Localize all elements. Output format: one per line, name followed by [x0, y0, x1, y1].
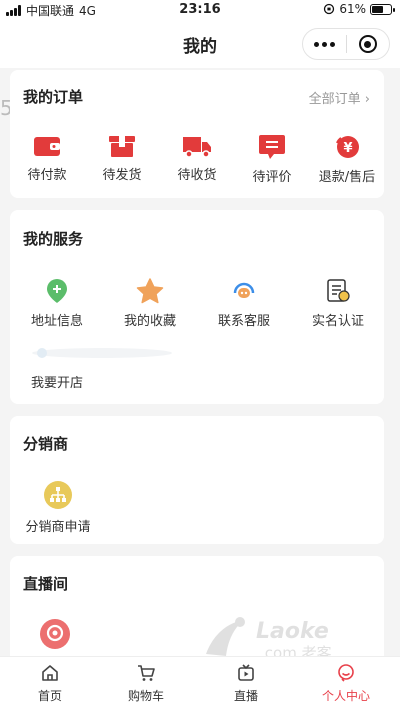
- service-item-label: 地址信息: [30, 314, 83, 329]
- tab-profile[interactable]: 个人中心: [296, 663, 396, 704]
- distributor-apply-label: 分销商申请: [25, 520, 91, 535]
- live-room-icon: [40, 619, 70, 649]
- orders-title: 我的订单: [23, 88, 84, 106]
- service-item-support[interactable]: 联系客服: [208, 278, 280, 329]
- truck-icon: [183, 137, 211, 158]
- tab-label: 首页: [37, 689, 62, 703]
- tab-label: 购物车: [127, 689, 164, 703]
- customer-service-icon: [233, 282, 255, 298]
- distributor-apply-item[interactable]: 分销商申请: [18, 480, 98, 535]
- star-icon: [136, 278, 164, 304]
- svg-text:¥: ¥: [343, 141, 352, 156]
- comment-icon: [259, 135, 285, 159]
- order-item-to-review[interactable]: 待评价: [242, 134, 302, 185]
- status-right: 61%: [323, 2, 395, 16]
- certificate-icon: [327, 279, 350, 302]
- order-item-pending-payment[interactable]: 待付款: [17, 134, 77, 183]
- service-item-label: 我要开店: [30, 376, 83, 391]
- order-item-label: 待付款: [27, 168, 67, 183]
- order-item-label: 待发货: [102, 168, 142, 183]
- package-icon: [109, 136, 135, 157]
- home-icon: [42, 665, 58, 681]
- live-room-item[interactable]: [34, 618, 76, 656]
- wallet-icon: [34, 137, 60, 156]
- cart-icon: [138, 665, 155, 681]
- chevron-right-icon: ›: [364, 92, 370, 107]
- navigation-bar: 我的: [0, 20, 400, 68]
- service-item-label: 联系客服: [217, 314, 270, 329]
- services-card: 我的服务 地址信息 我的收藏 联系客服 实名认证 我要开店: [10, 210, 384, 404]
- order-item-label: 待评价: [252, 170, 292, 185]
- service-item-address[interactable]: 地址信息: [22, 278, 92, 329]
- service-item-favorites[interactable]: 我的收藏: [114, 278, 186, 329]
- live-room-title: 直播间: [23, 575, 69, 593]
- profile-icon: [338, 664, 354, 682]
- org-chart-icon: [44, 481, 72, 509]
- battery-icon: [370, 3, 395, 15]
- order-item-to-receive[interactable]: 待收货: [167, 134, 227, 183]
- battery-percent: 61%: [339, 2, 366, 16]
- tab-live[interactable]: 直播: [196, 663, 296, 704]
- tab-cart[interactable]: 购物车: [96, 663, 196, 704]
- close-target-icon[interactable]: [346, 35, 389, 53]
- refund-icon: ¥: [336, 136, 359, 158]
- all-orders-label: 全部订单: [308, 92, 361, 107]
- tab-label: 直播: [233, 689, 258, 703]
- location-pin-icon: [47, 279, 67, 303]
- all-orders-link[interactable]: 全部订单 ›: [309, 88, 370, 107]
- order-item-label: 待收货: [177, 168, 217, 183]
- service-item-verification[interactable]: 实名认证: [302, 278, 374, 329]
- order-item-label: 退款/售后: [318, 170, 376, 185]
- order-item-refund[interactable]: ¥ 退款/售后: [312, 134, 382, 185]
- service-item-open-shop[interactable]: 我要开店: [22, 340, 172, 391]
- status-bar: 中国联通 4G 23:16 61%: [0, 0, 400, 20]
- tab-home[interactable]: 首页: [0, 663, 100, 704]
- bottom-tab-bar: 首页 购物车 直播 个人中心: [0, 656, 400, 714]
- orders-card: 我的订单 全部订单 › 待付款 待发货 待收货 待评价 ¥ 退款/售后: [10, 70, 384, 198]
- distributor-card: 分销商 分销商申请: [10, 416, 384, 544]
- live-play-icon: [238, 664, 254, 681]
- distributor-title: 分销商: [23, 435, 69, 453]
- more-icon[interactable]: [303, 41, 346, 47]
- order-item-to-ship[interactable]: 待发货: [92, 134, 152, 183]
- shop-icon: [32, 348, 172, 358]
- watermark-text: Laoke: [256, 619, 329, 644]
- tab-label: 个人中心: [321, 689, 370, 703]
- orientation-lock-icon: [324, 3, 335, 15]
- service-item-label: 我的收藏: [123, 314, 176, 329]
- services-title: 我的服务: [23, 230, 84, 248]
- service-item-label: 实名认证: [311, 314, 364, 329]
- mini-program-capsule: [302, 28, 390, 60]
